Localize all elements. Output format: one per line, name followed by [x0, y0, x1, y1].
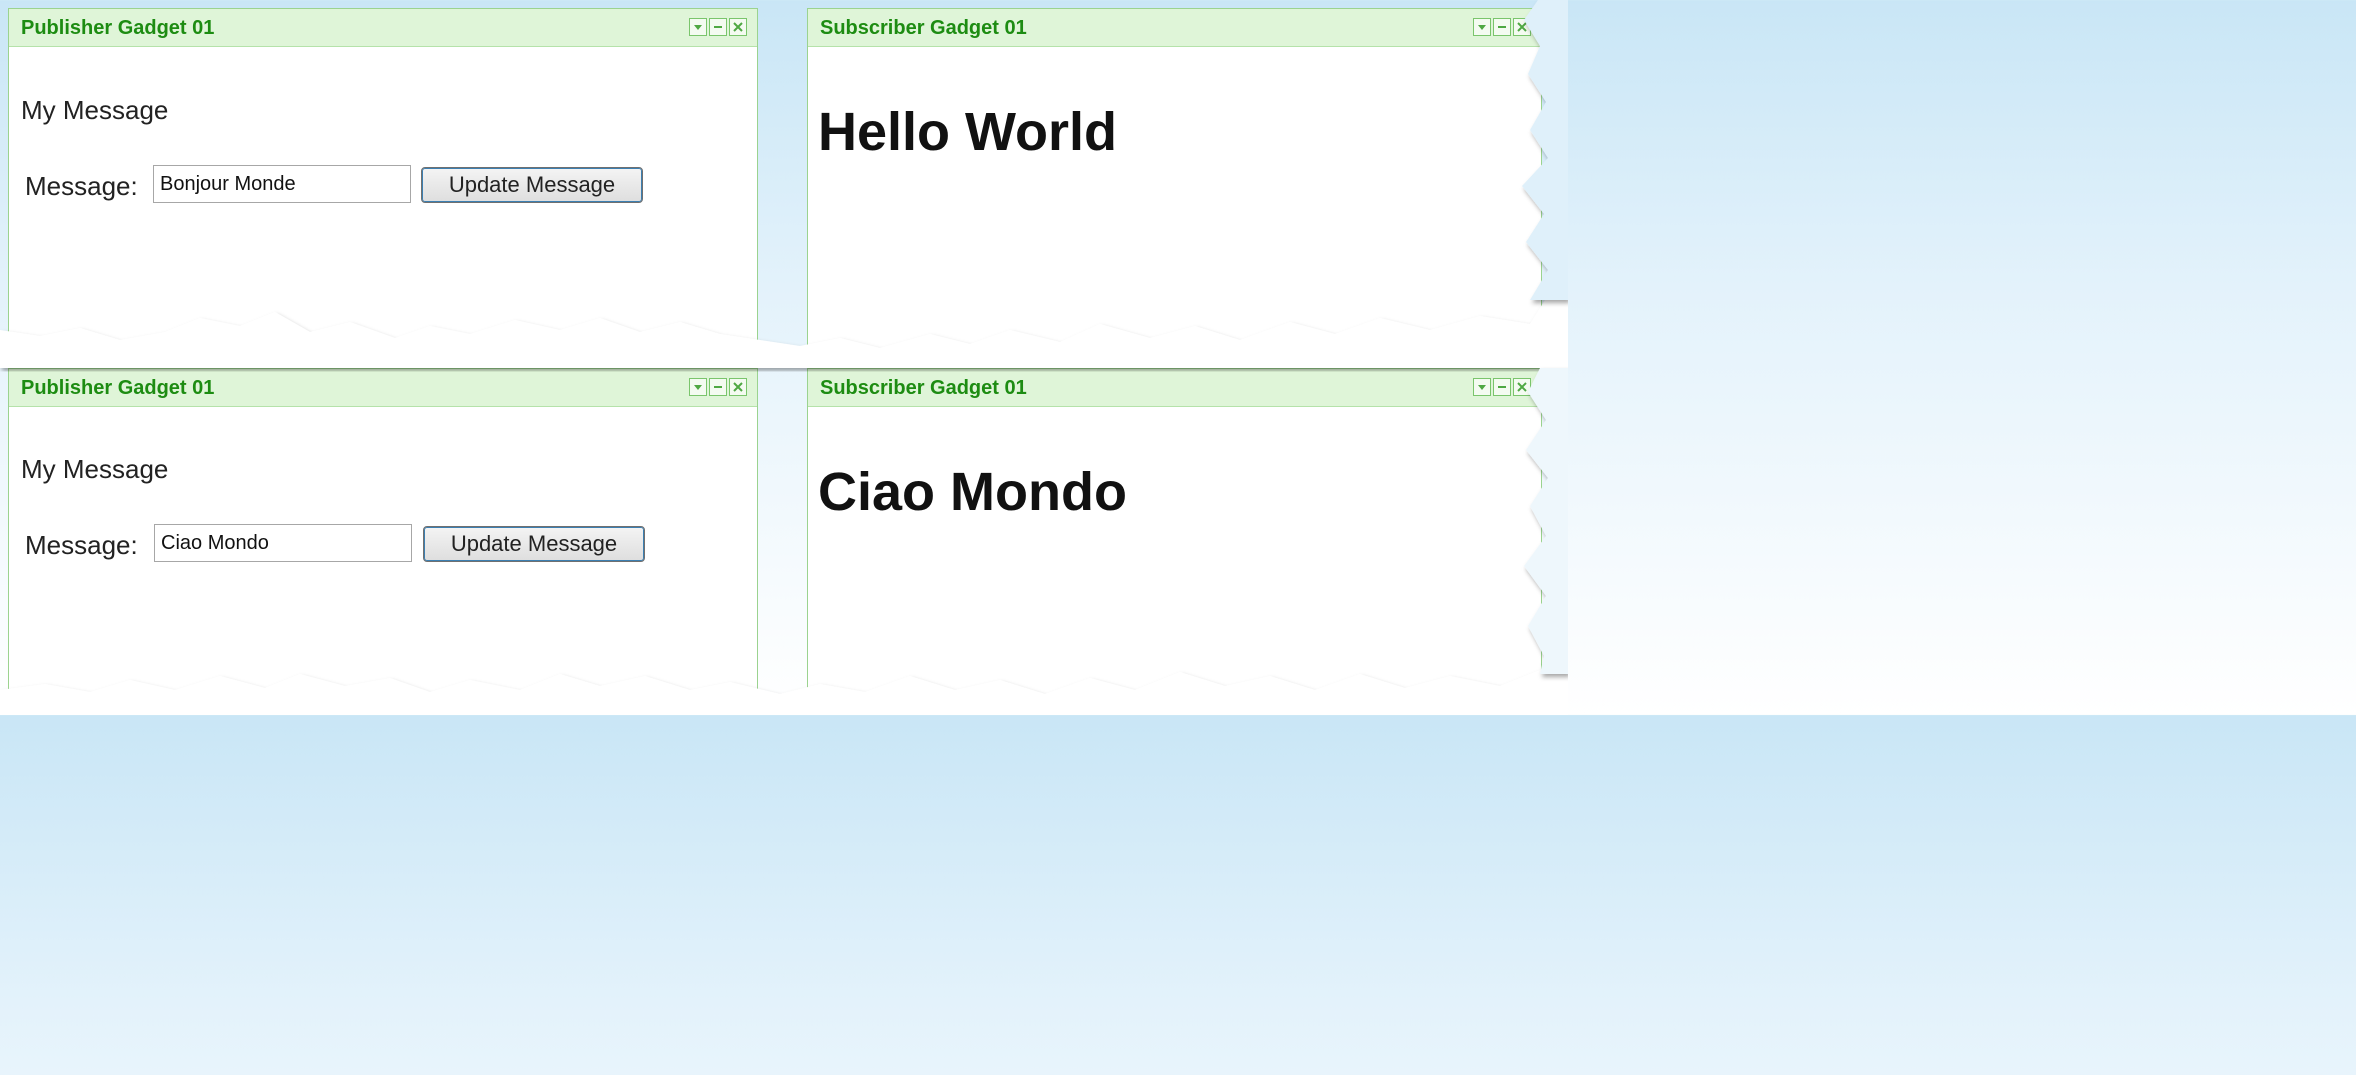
torn-edge-middle	[0, 300, 1568, 368]
torn-edge-overlay	[0, 0, 1568, 715]
torn-edge-right-bottom	[1524, 368, 1568, 674]
torn-edge-right-top	[1522, 0, 1568, 300]
torn-edge-bottom	[0, 670, 1568, 715]
